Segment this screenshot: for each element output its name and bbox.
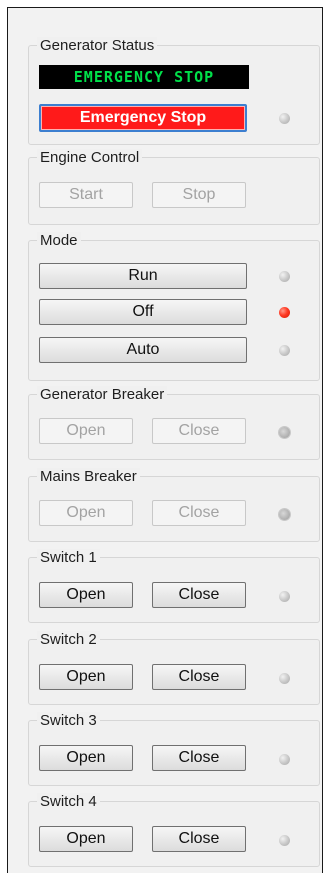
switch-1-title: Switch 1 <box>37 549 100 566</box>
mode-off-led <box>279 307 290 318</box>
switch-4-led <box>279 835 290 846</box>
mains-breaker-title: Mains Breaker <box>37 468 140 485</box>
switch-4-title: Switch 4 <box>37 793 100 810</box>
switch-4-open-button[interactable]: Open <box>39 826 133 852</box>
generator-breaker-close-button[interactable]: Close <box>152 418 246 444</box>
engine-control-title: Engine Control <box>37 149 143 166</box>
switch-3-open-button[interactable]: Open <box>39 745 133 771</box>
mode-run-button[interactable]: Run <box>39 263 247 289</box>
switch-2-close-button[interactable]: Close <box>152 664 246 690</box>
switch-2-title: Switch 2 <box>37 631 100 648</box>
mains-breaker-open-button[interactable]: Open <box>39 500 133 526</box>
mode-auto-button[interactable]: Auto <box>39 337 247 363</box>
switch-3-title: Switch 3 <box>37 712 100 729</box>
switch-1-open-button[interactable]: Open <box>39 582 133 608</box>
switch-1-led <box>279 591 290 602</box>
generator-breaker-title: Generator Breaker <box>37 386 168 403</box>
mains-breaker-led <box>279 509 290 520</box>
estop-indicator-led <box>279 113 290 124</box>
switch-4-close-button[interactable]: Close <box>152 826 246 852</box>
mode-off-button[interactable]: Off <box>39 299 247 325</box>
mode-auto-led <box>279 345 290 356</box>
engine-start-button[interactable]: Start <box>39 182 133 208</box>
status-display: EMERGENCY STOP <box>39 65 249 89</box>
mode-run-led <box>279 271 290 282</box>
mains-breaker-close-button[interactable]: Close <box>152 500 246 526</box>
switch-1-close-button[interactable]: Close <box>152 582 246 608</box>
engine-stop-button[interactable]: Stop <box>152 182 246 208</box>
generator-breaker-open-button[interactable]: Open <box>39 418 133 444</box>
switch-2-led <box>279 673 290 684</box>
generator-breaker-led <box>279 427 290 438</box>
generator-status-title: Generator Status <box>37 37 158 54</box>
switch-3-led <box>279 754 290 765</box>
switch-3-close-button[interactable]: Close <box>152 745 246 771</box>
switch-2-open-button[interactable]: Open <box>39 664 133 690</box>
mode-title: Mode <box>37 232 81 249</box>
emergency-stop-button[interactable]: Emergency Stop <box>39 104 247 132</box>
